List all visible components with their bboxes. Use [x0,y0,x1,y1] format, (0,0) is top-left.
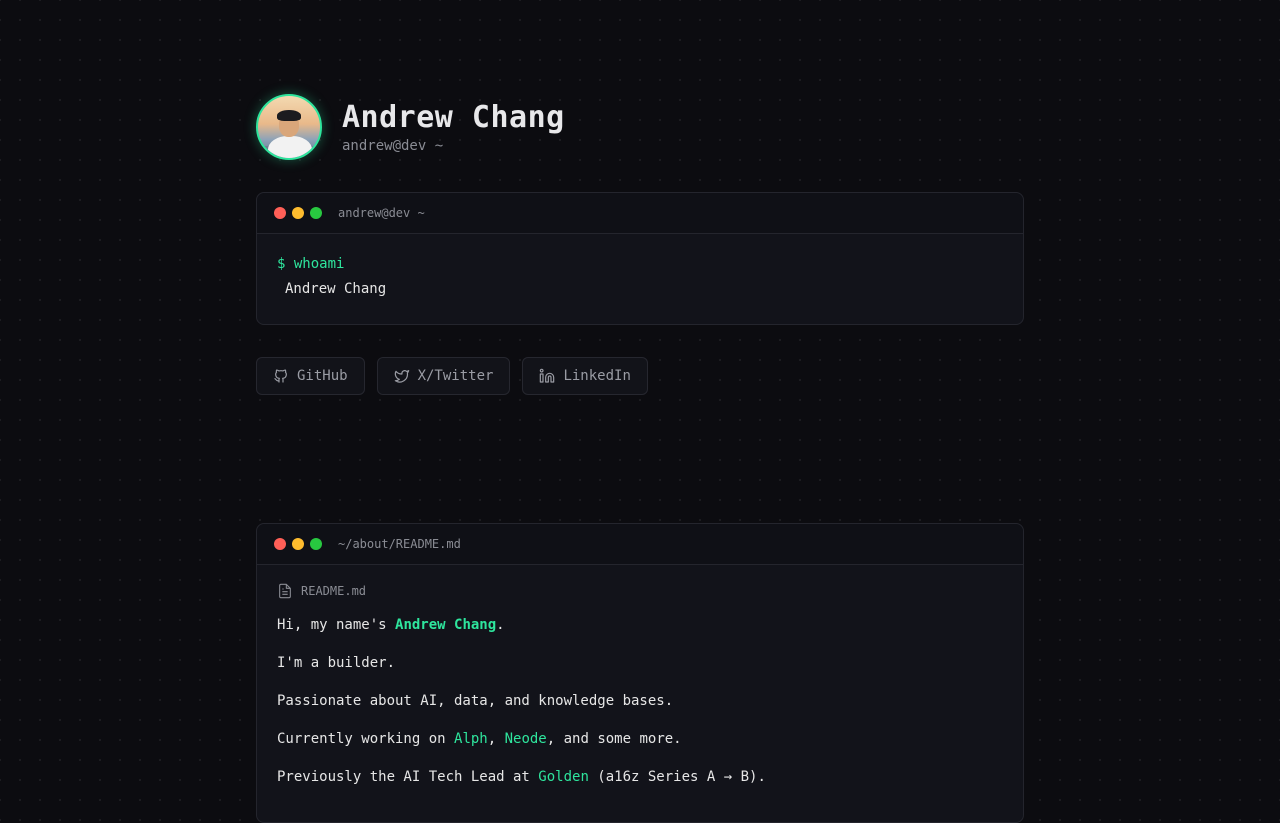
terminal-command: $ whoami [277,256,345,272]
close-dot-icon [274,207,286,219]
golden-link[interactable]: Golden [538,769,589,785]
file-icon [279,583,291,599]
close-dot-icon [274,538,286,550]
social-links: GitHub X/Twitter LinkedIn [256,357,648,395]
readme-file-label: README.md [277,583,1003,599]
terminal-body: $ whoami Andrew Chang [257,234,1023,319]
linkedin-icon [540,368,555,383]
minimize-dot-icon [292,538,304,550]
minimize-dot-icon [292,207,304,219]
readme-filename: README.md [301,584,367,598]
terminal-window: andrew@dev ~ $ whoami Andrew Chang [256,192,1024,325]
builder-line: I'm a builder. [277,655,396,671]
profile-header: Andrew Chang andrew@dev ~ [256,94,565,160]
terminal-title: andrew@dev ~ [338,206,425,220]
intro-suffix: . [496,617,505,633]
github-icon [274,369,287,383]
name-block: Andrew Chang andrew@dev ~ [342,100,565,154]
twitter-button[interactable]: X/Twitter [376,357,511,395]
neode-link[interactable]: Neode [505,731,547,747]
twitter-label: X/Twitter [417,368,494,384]
intro-name: Andrew Chang [395,617,497,633]
intro-line: Hi, my name's Andrew Chang. [277,615,1003,635]
linkedin-button[interactable]: LinkedIn [522,357,648,395]
twitter-icon [394,370,409,383]
current-work-suffix: , and some more. [546,731,682,747]
passion-line: Passionate about AI, data, and knowledge… [277,693,674,709]
alph-link[interactable]: Alph [454,731,488,747]
avatar [256,94,322,160]
current-work-line: Currently working on Alph, Neode, and so… [277,729,1003,749]
readme-titlebar: ~/about/README.md [257,524,1023,565]
maximize-dot-icon [310,538,322,550]
linkedin-label: LinkedIn [563,368,631,384]
github-label: GitHub [297,368,348,384]
readme-body: README.md Hi, my name's Andrew Chang. I'… [257,565,1023,805]
github-button[interactable]: GitHub [256,357,365,395]
previous-work-line: Previously the AI Tech Lead at Golden (a… [277,767,1003,787]
profile-name: Andrew Chang [342,100,565,135]
terminal-titlebar: andrew@dev ~ [257,193,1023,234]
readme-title: ~/about/README.md [338,537,461,551]
maximize-dot-icon [310,207,322,219]
previous-work-prefix: Previously the AI Tech Lead at [277,769,539,785]
terminal-output: Andrew Chang [285,281,387,297]
previous-work-suffix: (a16z Series A → B). [588,769,766,785]
readme-window: ~/about/README.md README.md Hi, my name'… [256,523,1024,823]
current-work-separator: , [487,731,505,747]
current-work-prefix: Currently working on [277,731,455,747]
intro-prefix: Hi, my name's [277,617,396,633]
profile-handle: andrew@dev ~ [342,138,444,154]
